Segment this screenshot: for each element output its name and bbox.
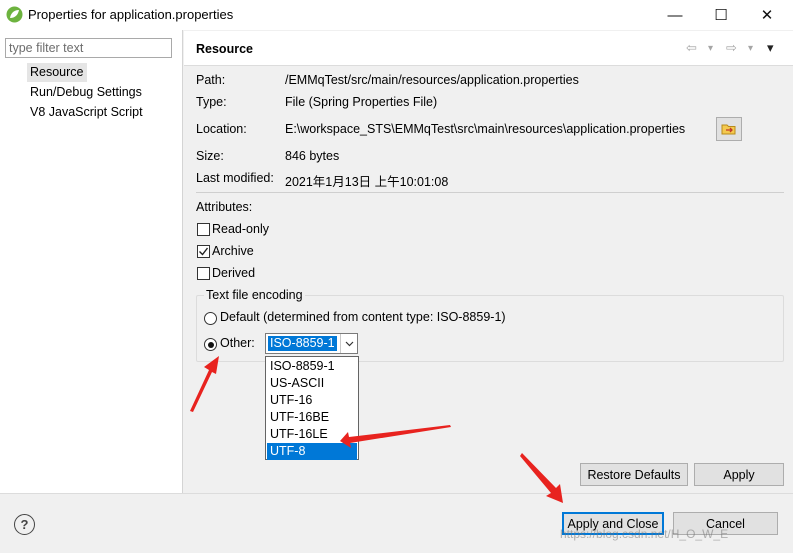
encoding-option-utf-16le[interactable]: UTF-16LE (267, 426, 357, 443)
spring-icon (6, 6, 23, 23)
sidebar-item-run-debug-settings[interactable]: Run/Debug Settings (27, 83, 145, 102)
watermark-text: https://blog.csdn.net/H_O_W_E (560, 527, 729, 541)
encoding-option-utf-16be[interactable]: UTF-16BE (267, 409, 357, 426)
location-label: Location: (196, 122, 247, 136)
path-label: Path: (196, 73, 226, 87)
show-in-explorer-button[interactable] (716, 117, 742, 141)
last-modified-value: 2021年1月13日 上午10:01:08 (285, 175, 449, 189)
other-encoding-label: Other: (220, 336, 255, 350)
last-modified-label: Last modified: (196, 171, 274, 185)
type-label: Type: (196, 95, 227, 109)
apply-button[interactable]: Apply (694, 463, 784, 486)
encoding-dropdown-list: ISO-8859-1 US-ASCII UTF-16 UTF-16BE UTF-… (265, 356, 359, 460)
encoding-option-us-ascii[interactable]: US-ASCII (267, 375, 357, 392)
view-menu-icon[interactable]: ▾ (767, 40, 774, 56)
derived-checkbox[interactable] (197, 267, 210, 280)
arrow-annotation-other (190, 356, 219, 412)
text-file-encoding-title: Text file encoding (204, 288, 305, 302)
back-arrow-icon[interactable]: ⇦ (686, 40, 697, 56)
type-value: File (Spring Properties File) (285, 95, 438, 109)
read-only-checkbox[interactable] (197, 223, 210, 236)
encoding-option-utf-16[interactable]: UTF-16 (267, 392, 357, 409)
default-encoding-label: Default (determined from content type: I… (220, 310, 506, 324)
open-folder-icon (721, 124, 736, 135)
attributes-heading: Attributes: (196, 200, 253, 214)
separator (196, 192, 784, 193)
page-title: Resource (196, 42, 253, 56)
encoding-combo-toggle[interactable] (340, 334, 357, 353)
archive-label: Archive (212, 244, 254, 258)
sidebar-item-resource[interactable]: Resource (27, 63, 87, 82)
size-label: Size: (196, 149, 224, 163)
location-value: E:\workspace_STS\EMMqTest\src\main\resou… (285, 122, 686, 136)
window-title: Properties for application.properties (28, 7, 234, 22)
path-value: /EMMqTest/src/main/resources/application… (285, 73, 579, 87)
filter-input[interactable] (5, 38, 172, 58)
close-button[interactable]: ✕ (744, 0, 790, 30)
back-history-chevron-icon[interactable]: ▾ (708, 43, 713, 54)
arrow-annotation-apply-close (520, 453, 563, 503)
encoding-combo[interactable]: ISO-8859-1 (265, 333, 358, 354)
button-bar-separator (0, 493, 793, 494)
help-icon[interactable]: ? (14, 514, 35, 535)
archive-checkbox[interactable] (197, 245, 210, 258)
chevron-down-icon (345, 341, 353, 346)
minimize-button[interactable]: — (652, 0, 698, 30)
derived-label: Derived (212, 266, 256, 280)
encoding-option-iso-8859-1[interactable]: ISO-8859-1 (267, 358, 357, 375)
page-header (184, 31, 793, 66)
restore-defaults-button[interactable]: Restore Defaults (580, 463, 688, 486)
size-value: 846 bytes (285, 149, 340, 163)
sidebar-item-v8-javascript-script[interactable]: V8 JavaScript Script (27, 103, 146, 122)
forward-arrow-icon[interactable]: ⇨ (726, 40, 737, 56)
read-only-label: Read-only (212, 222, 269, 236)
default-encoding-radio[interactable] (204, 312, 217, 325)
checkmark-icon (199, 247, 209, 256)
encoding-option-utf-8[interactable]: UTF-8 (267, 443, 357, 460)
maximize-button[interactable]: ☐ (698, 0, 744, 30)
forward-history-chevron-icon[interactable]: ▾ (748, 43, 753, 54)
encoding-combo-value[interactable]: ISO-8859-1 (268, 336, 337, 351)
other-encoding-radio[interactable] (204, 338, 217, 351)
